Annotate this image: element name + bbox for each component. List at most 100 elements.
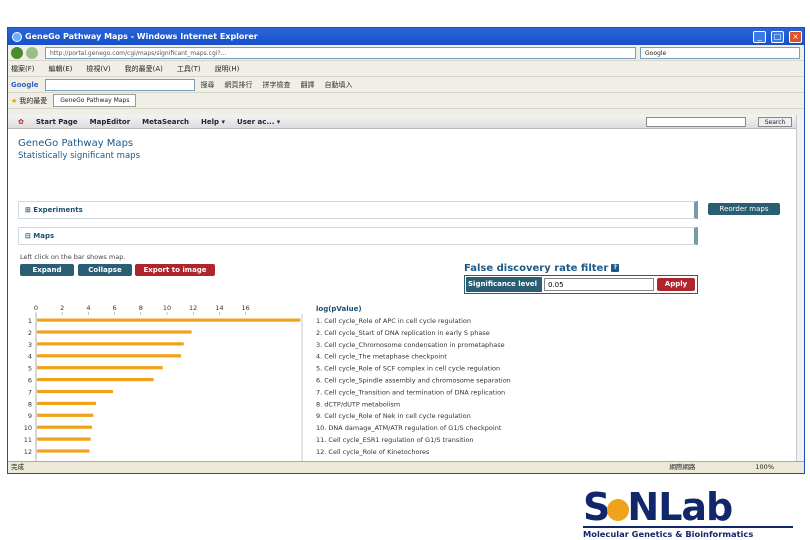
chart-bar[interactable] (37, 342, 184, 346)
apply-button[interactable]: Apply (657, 278, 695, 291)
forward-icon[interactable] (26, 46, 38, 59)
chart-bar[interactable] (37, 389, 113, 394)
vertical-scrollbar[interactable] (796, 115, 804, 461)
x-tick-label: 6 (113, 304, 117, 312)
category-label: 10 (24, 424, 32, 432)
expand-button[interactable]: Expand (20, 264, 74, 276)
experiments-panel[interactable]: ⊞ Experiments (18, 201, 698, 219)
chart-bar[interactable] (37, 366, 163, 370)
minimize-button[interactable]: _ (753, 30, 766, 43)
window-title: GeneGo Pathway Maps - Windows Internet E… (25, 32, 258, 41)
chart-bar[interactable] (37, 425, 93, 429)
x-tick-label: 12 (189, 304, 197, 312)
map-label[interactable]: 12. Cell cycle_Role of Kinetochores (316, 448, 430, 456)
x-tick-label: 14 (215, 304, 223, 312)
nav-start-page[interactable]: Start Page (36, 118, 78, 126)
x-tick-label: 16 (241, 304, 249, 312)
google-toolbar: Google 搜尋 網頁排行 拼字檢查 翻譯 自動填入 (8, 77, 804, 93)
legend-title: log(pValue) (316, 305, 362, 313)
google-label: Google (11, 80, 39, 89)
fdr-filter-box: Significance level 0.05 Apply (464, 275, 698, 294)
back-icon[interactable] (11, 46, 23, 59)
title-bar: GeneGo Pathway Maps - Windows Internet E… (8, 28, 804, 45)
menu-bar: 檔案(F) 編輯(E) 檢視(V) 我的最愛(A) 工具(T) 說明(H) (8, 61, 804, 77)
map-label[interactable]: 10. DNA damage_ATM/ATR regulation of G1/… (316, 424, 502, 432)
map-label[interactable]: 1. Cell cycle_Role of APC in cell cycle … (316, 317, 471, 325)
genego-icon[interactable]: ✿ (18, 118, 24, 126)
map-label[interactable]: 5. Cell cycle_Role of SCF complex in cel… (316, 365, 500, 373)
x-tick-label: 4 (86, 304, 90, 312)
category-label: 11 (24, 436, 32, 444)
toolbar-autofill[interactable]: 自動填入 (325, 80, 353, 90)
x-tick-label: 8 (139, 304, 143, 312)
menu-file[interactable]: 檔案(F) (11, 64, 35, 74)
reorder-maps-button[interactable]: Reorder maps (708, 203, 780, 215)
chart-bar[interactable] (37, 354, 182, 358)
menu-help[interactable]: 說明(H) (215, 64, 240, 74)
menu-view[interactable]: 檢視(V) (86, 64, 110, 74)
category-label: 2 (28, 329, 32, 337)
page-title: GeneGo Pathway Maps (18, 138, 134, 149)
logo-wordmark: S NLab (583, 488, 793, 526)
status-text: 完成 (11, 463, 24, 471)
map-label[interactable]: 3. Cell cycle_Chromosome condensation in… (316, 341, 505, 349)
chart-bar[interactable] (37, 449, 90, 453)
export-image-button[interactable]: Export to image (135, 264, 215, 276)
fdr-title-text: False discovery rate filter (464, 263, 609, 274)
address-input[interactable]: http://portal.genego.com/cgi/maps/signif… (45, 46, 636, 59)
map-label[interactable]: 2. Cell cycle_Start of DNA replication i… (316, 329, 490, 337)
x-tick-label: 2 (60, 304, 64, 312)
toolbar-pagerank[interactable]: 網頁排行 (225, 80, 253, 90)
pvalue-bar-chart: 0 2 4 6 8 10 12 14 16 log(pValue) 1 1. Cell cycle_R… (24, 304, 512, 461)
fdr-filter-title: False discovery rate filter? (464, 263, 620, 274)
map-label[interactable]: 6. Cell cycle_Spindle assembly and chrom… (316, 377, 511, 385)
close-button[interactable]: × (789, 30, 802, 43)
nav-mapeditor[interactable]: MapEditor (90, 118, 131, 126)
hint-text: Left click on the bar shows map. (20, 253, 126, 261)
menu-tools[interactable]: 工具(T) (177, 64, 201, 74)
menu-edit[interactable]: 編輯(E) (49, 64, 73, 74)
chart-bar[interactable] (37, 330, 192, 334)
nav-help[interactable]: Help ▾ (201, 118, 225, 126)
ie-search-input[interactable]: Google (640, 46, 800, 59)
status-zone: 網際網路 (669, 463, 696, 471)
google-search-input[interactable] (44, 78, 195, 91)
category-label: 7 (28, 388, 32, 396)
page-subtitle: Statistically significant maps (18, 151, 140, 161)
logo-letter-n: N (627, 485, 659, 529)
map-label[interactable]: 4. Cell cycle_The metaphase checkpoint (316, 353, 447, 361)
help-icon[interactable]: ? (611, 264, 620, 272)
zoom-level[interactable]: 100% (755, 462, 774, 473)
toolbar-translate[interactable]: 翻譯 (301, 80, 315, 90)
map-label[interactable]: 11. Cell cycle_ESR1 regulation of G1/S t… (316, 436, 474, 444)
toolbar-spellcheck[interactable]: 拼字檢查 (263, 80, 291, 90)
collapse-button[interactable]: Collapse (78, 264, 132, 276)
chart-bar[interactable] (37, 378, 154, 382)
map-label[interactable]: 7. Cell cycle_Transition and termination… (316, 388, 505, 396)
chart-bar[interactable] (37, 401, 96, 405)
chart-bar[interactable] (37, 437, 91, 441)
nav-metasearch[interactable]: MetaSearch (142, 118, 189, 126)
address-bar-row: http://portal.genego.com/cgi/maps/signif… (8, 45, 804, 61)
significance-input[interactable]: 0.05 (544, 278, 654, 291)
menu-favorites[interactable]: 我的最愛(A) (125, 64, 163, 74)
category-label: 5 (28, 365, 32, 373)
map-label[interactable]: 8. dCTP/dUTP metabolism (316, 400, 400, 408)
significance-label: Significance level (466, 277, 542, 292)
x-tick-label: 0 (34, 304, 38, 312)
logo-letter-s: S (583, 485, 610, 529)
app-search-input[interactable] (646, 116, 746, 127)
nav-user-account[interactable]: User ac... ▾ (237, 118, 280, 126)
tab-row: ★ 我的最愛 GeneGo Pathway Maps (8, 93, 804, 109)
map-label[interactable]: 9. Cell cycle_Role of Nek in cell cycle … (316, 412, 471, 420)
star-icon[interactable]: ★ (11, 97, 17, 105)
category-label: 6 (28, 377, 32, 385)
maximize-button[interactable]: □ (771, 30, 784, 43)
chart-bar[interactable] (37, 413, 94, 417)
maps-panel[interactable]: ⊟ Maps (18, 227, 698, 245)
favorites-label[interactable]: 我的最愛 (19, 96, 47, 106)
toolbar-search[interactable]: 搜尋 (201, 80, 215, 90)
app-search-button[interactable]: Search (758, 116, 792, 127)
chart-bar[interactable] (37, 318, 301, 322)
tab-genego[interactable]: GeneGo Pathway Maps (53, 94, 137, 107)
